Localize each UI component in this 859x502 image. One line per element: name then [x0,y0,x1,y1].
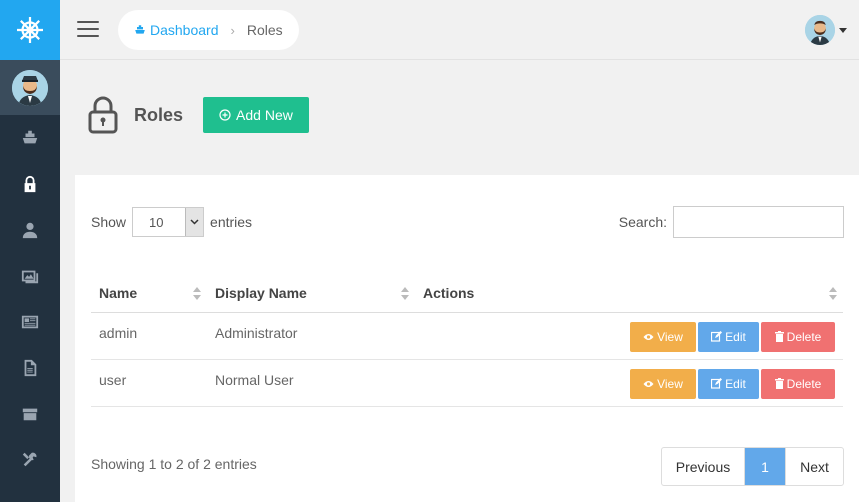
trash-icon [774,331,784,342]
page-header: Roles Add New [88,95,309,135]
cell-display-name: Normal User [207,359,415,407]
sidebar-item-media[interactable] [0,253,60,299]
delete-button[interactable]: Delete [761,321,835,352]
search-filter: Search: [619,206,844,238]
sidebar-item-tools[interactable] [0,437,60,483]
column-header-label: Display Name [215,285,307,302]
file-icon [24,359,37,377]
newspaper-icon [21,315,39,329]
lock-icon [24,175,36,193]
tools-icon [22,452,37,467]
breadcrumb-home-label: Dashboard [150,22,219,38]
table-row: user Normal User View Edit Delete [91,359,843,407]
sidebar-user[interactable] [0,60,60,115]
entries-select[interactable]: 10 [132,207,205,237]
avatar [805,15,835,45]
column-header-name[interactable]: Name [91,275,207,313]
sidebar-item-categories[interactable] [0,391,60,437]
user-menu[interactable] [805,15,847,45]
chevron-down-icon [839,27,847,33]
edit-label: Edit [725,329,746,344]
plus-circle-icon [219,109,231,121]
sort-icon [401,287,409,300]
chevron-down-icon [185,208,204,236]
cell-actions: View Edit Delete [415,312,843,360]
menu-toggle-icon[interactable] [77,21,99,37]
delete-label: Delete [786,329,822,344]
table-row: admin Administrator View Edit Delete [91,312,843,360]
edit-label: Edit [725,376,746,391]
pagination: Previous 1 Next [661,447,844,486]
images-icon [21,270,39,284]
edit-button[interactable]: Edit [698,368,759,399]
cell-display-name: Administrator [207,312,415,360]
archive-icon [22,408,38,421]
breadcrumb-current: Roles [246,22,283,38]
avatar [12,69,48,106]
eye-icon [643,380,654,387]
view-button[interactable]: View [630,321,696,352]
sidebar-item-posts[interactable] [0,299,60,345]
column-header-label: Actions [423,285,475,302]
table-info: Showing 1 to 2 of 2 entries [91,456,257,472]
cell-actions: View Edit Delete [415,359,843,407]
table-header-row: Name Display Name Actions [91,275,843,313]
edit-icon [711,331,723,342]
entries-length: Show 10 entries [91,207,252,237]
entries-value: 10 [149,214,164,230]
delete-label: Delete [786,376,822,391]
entries-label: entries [210,214,253,230]
trash-icon [774,378,784,389]
edit-icon [711,378,723,389]
sidebar-item-roles[interactable] [0,161,60,207]
previous-page-button[interactable]: Previous [662,448,745,485]
page-1-button[interactable]: 1 [745,448,785,485]
page-title: Roles [134,104,184,125]
view-button[interactable]: View [630,368,696,399]
column-header-label: Name [99,285,138,302]
logo[interactable] [0,0,60,60]
search-label: Search: [618,214,667,230]
edit-button[interactable]: Edit [698,321,759,352]
sort-icon [829,287,837,300]
ship-wheel-icon [17,17,43,43]
boat-icon [22,130,38,144]
sidebar-item-pages[interactable] [0,345,60,391]
roles-panel: Show 10 entries Search: Name Display Nam… [75,175,859,502]
column-header-display-name[interactable]: Display Name [207,275,415,313]
breadcrumb-home-link[interactable]: Dashboard [134,22,219,38]
show-label: Show [91,214,127,230]
add-new-button[interactable]: Add New [203,97,309,133]
sort-icon [193,287,201,300]
next-page-button[interactable]: Next [785,448,843,485]
lock-icon [88,96,118,134]
add-new-label: Add New [236,107,293,123]
sidebar [0,0,60,502]
breadcrumb: Dashboard › Roles [118,10,299,50]
eye-icon [643,333,654,340]
view-label: View [657,376,683,391]
search-input[interactable] [673,206,844,238]
boat-icon [135,25,145,34]
cell-name: admin [91,312,207,360]
topbar: Dashboard › Roles [60,0,859,60]
cell-name: user [91,359,207,407]
sidebar-item-boats[interactable] [0,115,60,161]
column-header-actions[interactable]: Actions [415,275,843,313]
delete-button[interactable]: Delete [761,368,835,399]
roles-table: Name Display Name Actions admin Administ… [91,275,843,407]
sidebar-item-users[interactable] [0,207,60,253]
breadcrumb-separator-icon: › [230,22,235,38]
view-label: View [657,329,683,344]
user-icon [22,222,38,239]
